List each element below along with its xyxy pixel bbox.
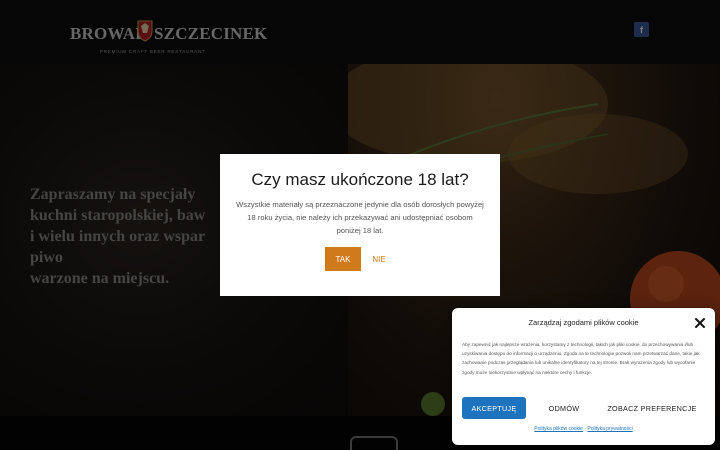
privacy-policy-link[interactable]: Polityka prywatności [587,426,632,432]
age-modal-title: Czy masz ukończone 18 lat? [251,170,469,189]
close-icon[interactable] [693,316,707,330]
cookie-preferences-button[interactable]: ZOBACZ PREFERENCJE [598,397,706,419]
cookie-consent-panel: Zarządzaj zgodami plików cookie Aby zape… [452,308,715,445]
age-no-button[interactable]: NIE [367,247,391,271]
links-separator: - [584,426,586,432]
cookie-policy-link[interactable]: Polityka plików cookie [534,426,583,432]
cookie-title: Zarządzaj zgodami plików cookie [528,318,639,327]
age-verification-modal: Czy masz ukończone 18 lat? Wszystkie mat… [220,154,500,296]
age-yes-button[interactable]: TAK [325,247,361,271]
cookie-deny-button[interactable]: ODMÓW [536,397,592,419]
age-modal-text: Wszystkie materiały są przeznaczone jedy… [236,200,484,235]
cookie-accept-button[interactable]: AKCEPTUJĘ [462,397,526,419]
cookie-links: Polityka plików cookie - Polityka prywat… [452,426,715,432]
cookie-text: Aby zapewnić jak najlepsze wrażenia, kor… [462,342,700,375]
